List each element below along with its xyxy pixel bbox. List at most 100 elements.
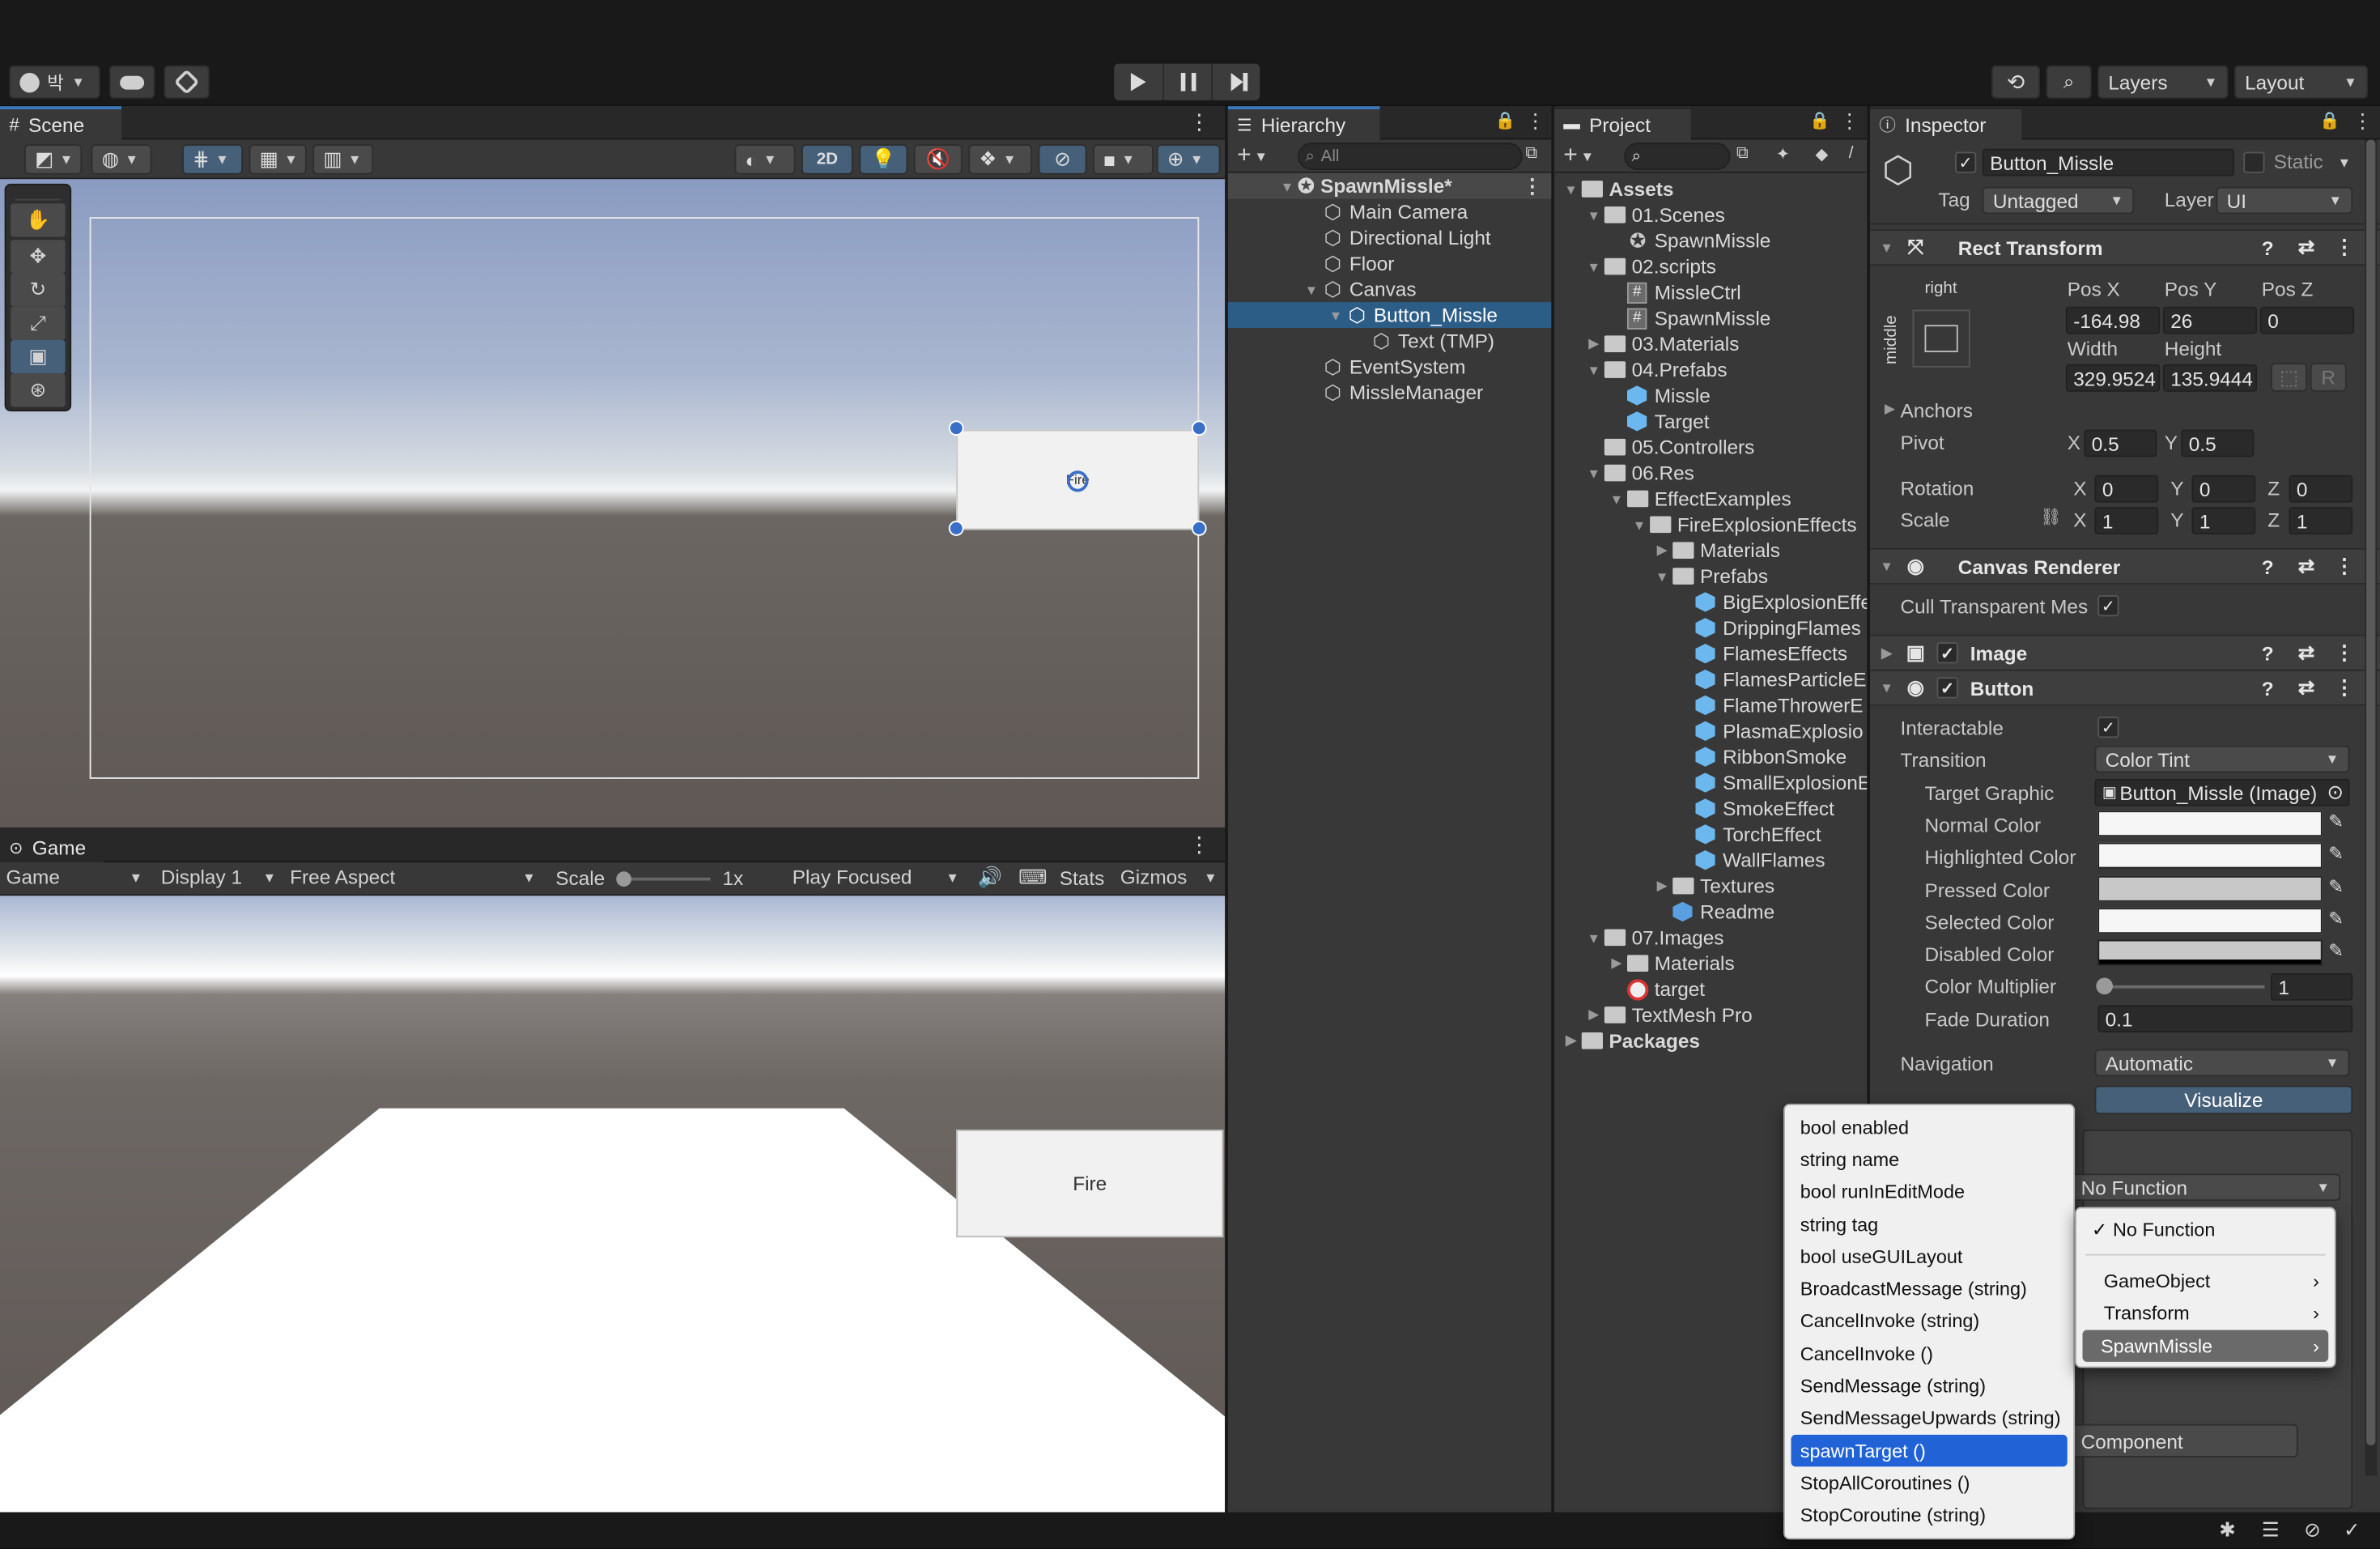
grid-button[interactable]: ▦ ▼ [249,144,307,175]
pivot-y-field[interactable]: 0.5 [2181,429,2255,457]
debug-icon[interactable]: ⊘ [2304,1518,2320,1543]
rect-handle-bl[interactable] [948,521,964,536]
rect-handle-br[interactable] [1191,521,1207,536]
project-item[interactable]: PlasmaExplosio [1674,718,1864,744]
hidden-packages-icon[interactable]: / [1849,144,1854,163]
rect-transform-header[interactable]: ▼ ⤧ Rect Transform? ⇄ ⋮ [1870,229,2380,266]
scale-x-field[interactable]: 1 [2094,507,2159,534]
menu-item[interactable]: StopAllCoroutines () [1785,1467,2073,1500]
menu-item-gameobject[interactable]: GameObject › [2076,1265,2335,1297]
game-mode-dropdown[interactable]: Game ▼ [6,866,143,888]
menu-item[interactable]: bool useGUILayout [1785,1240,2073,1273]
anchors-foldout[interactable]: Anchors [1901,399,1973,422]
expand-icon[interactable]: ▼ [1583,259,1604,274]
project-item[interactable]: RibbonSmoke [1674,744,1847,770]
menu-item-no-function[interactable]: ✓ No Function [2076,1213,2335,1245]
create-button[interactable]: + ▼ [1237,143,1268,170]
eyedropper-icon[interactable]: ✎ [2328,811,2352,835]
collapse-icon[interactable]: ▼ [1876,680,1898,696]
button-header[interactable]: ▼ ◉ ✓ Button? ⇄ ⋮ [1870,669,2380,706]
scale-y-field[interactable]: 1 [2191,507,2256,534]
anchor-preset-button[interactable] [1912,309,1970,368]
menu-item[interactable]: bool runInEditMode [1785,1176,2073,1208]
hidden-objects-button[interactable]: ⊘ [1038,144,1087,175]
help-icon[interactable]: ? [2262,236,2274,259]
eyedropper-icon[interactable]: ✎ [2328,843,2352,867]
project-search-input[interactable]: ⌕ [1624,143,1731,170]
step-button[interactable] [1211,63,1260,100]
pivot-handle[interactable] [1067,470,1089,492]
expand-icon[interactable]: ▶ [1583,1006,1604,1023]
menu-item[interactable]: SendMessageUpwards (string) [1785,1402,2073,1435]
rotation-y-field[interactable]: 0 [2191,474,2256,503]
project-item[interactable]: FlameThrowerE [1674,692,1864,718]
help-icon[interactable]: ? [2262,641,2274,664]
project-item[interactable]: ▼ 07.Images [1583,925,1723,951]
add-component-button[interactable]: Component [2070,1423,2298,1458]
rect-handle-tl[interactable] [948,420,964,436]
menu-item[interactable]: CancelInvoke (string) [1785,1305,2073,1338]
raw-edit-button[interactable]: R [2310,363,2347,392]
menu-item[interactable]: BroadcastMessage (string) [1785,1273,2073,1305]
create-asset-button[interactable]: + ▼ [1563,143,1594,170]
tab-game[interactable]: ⊙ Game [0,828,104,862]
color-multiplier-slider[interactable] [2096,977,2265,995]
link-icon[interactable]: ⛓ [2040,507,2061,527]
layer-dropdown[interactable]: UI ▼ [2216,186,2353,215]
eyedropper-icon[interactable]: ✎ [2328,940,2352,964]
keyboard-icon[interactable]: ⌨ [1018,866,1047,890]
expand-icon[interactable]: ▼ [1606,492,1627,507]
menu-item[interactable]: string name [1785,1143,2073,1176]
interactable-checkbox[interactable]: ✓ [2097,717,2119,738]
project-item[interactable]: ▼ Prefabs [1651,564,1768,589]
tab-scene[interactable]: # Scene [0,106,121,140]
hierarchy-item[interactable]: ⬡ Main Camera [1322,199,1468,225]
project-item[interactable]: FlamesParticleE [1674,666,1867,692]
display-dropdown[interactable]: Display 1 ▼ [161,866,277,888]
inspector-scrollbar[interactable] [2365,139,2378,1476]
project-item[interactable]: ▼ FireExplosionEffects [1629,512,1857,538]
label-icon[interactable]: ✦ [1776,144,1790,164]
more-icon[interactable]: ⋮ [2352,109,2372,134]
expand-icon[interactable]: ▼ [1651,568,1672,584]
project-item[interactable]: ▼ Assets [1561,177,1673,202]
pressed-color-swatch[interactable] [2097,875,2323,902]
pos-x-field[interactable]: -164.98 [2065,306,2161,334]
expand-icon[interactable]: ▼ [1583,207,1604,223]
camera-button[interactable]: ■ ▼ [1093,144,1154,175]
gizmos-button[interactable]: ⊕ ▼ [1156,144,1221,175]
play-button[interactable] [1114,64,1162,100]
hierarchy-item[interactable]: ⬡ Directional Light [1322,225,1491,251]
layout-dropdown[interactable]: Layout ▼ [2234,65,2368,99]
visualize-button[interactable]: Visualize [2094,1085,2353,1115]
selected-color-swatch[interactable] [2097,908,2323,934]
filter-icon[interactable]: ⧉ [1525,144,1537,164]
object-picker-icon[interactable]: ⊙ [2327,781,2344,805]
expand-icon[interactable]: ▶ [1583,335,1604,352]
expand-icon[interactable]: ▼ [1583,930,1604,945]
expand-icon[interactable]: ▶ [1651,878,1672,895]
game-viewport[interactable]: Fire [0,896,1226,1514]
tab-inspector[interactable]: ⓘ Inspector [1870,106,2022,140]
stats-button[interactable]: Stats [1060,867,1105,890]
menu-item[interactable]: string tag [1785,1208,2073,1240]
pos-y-field[interactable]: 26 [2162,306,2258,334]
project-item[interactable]: ▶ Materials [1651,538,1780,564]
project-item[interactable]: SmokeEffect [1674,796,1834,822]
project-item[interactable]: FlamesEffects [1674,640,1847,666]
pause-button[interactable] [1162,63,1211,100]
increment-snap-button[interactable]: ▥ ▼ [312,144,374,175]
hierarchy-item-selected[interactable]: ▼ ⬡ Button_Missle [1227,302,1552,328]
expand-icon[interactable]: ▼ [1629,517,1650,532]
project-item[interactable]: 05.Controllers [1583,434,1754,460]
more-icon[interactable]: ⋮ [1523,174,1542,198]
preset-icon[interactable]: ⇄ [2298,640,2314,665]
object-name-input[interactable]: Button_Missle [1982,148,2234,177]
more-icon[interactable]: ⋮ [1525,109,1545,134]
static-dropdown-icon[interactable]: ▼ [2338,155,2352,170]
hand-tool-button[interactable]: ✋ [11,203,66,237]
slider-thumb[interactable] [616,871,631,887]
scale-tool-button[interactable]: ⤢ [11,306,66,340]
expand-icon[interactable]: ▼ [1561,181,1582,197]
cloud-button[interactable] [109,65,155,99]
